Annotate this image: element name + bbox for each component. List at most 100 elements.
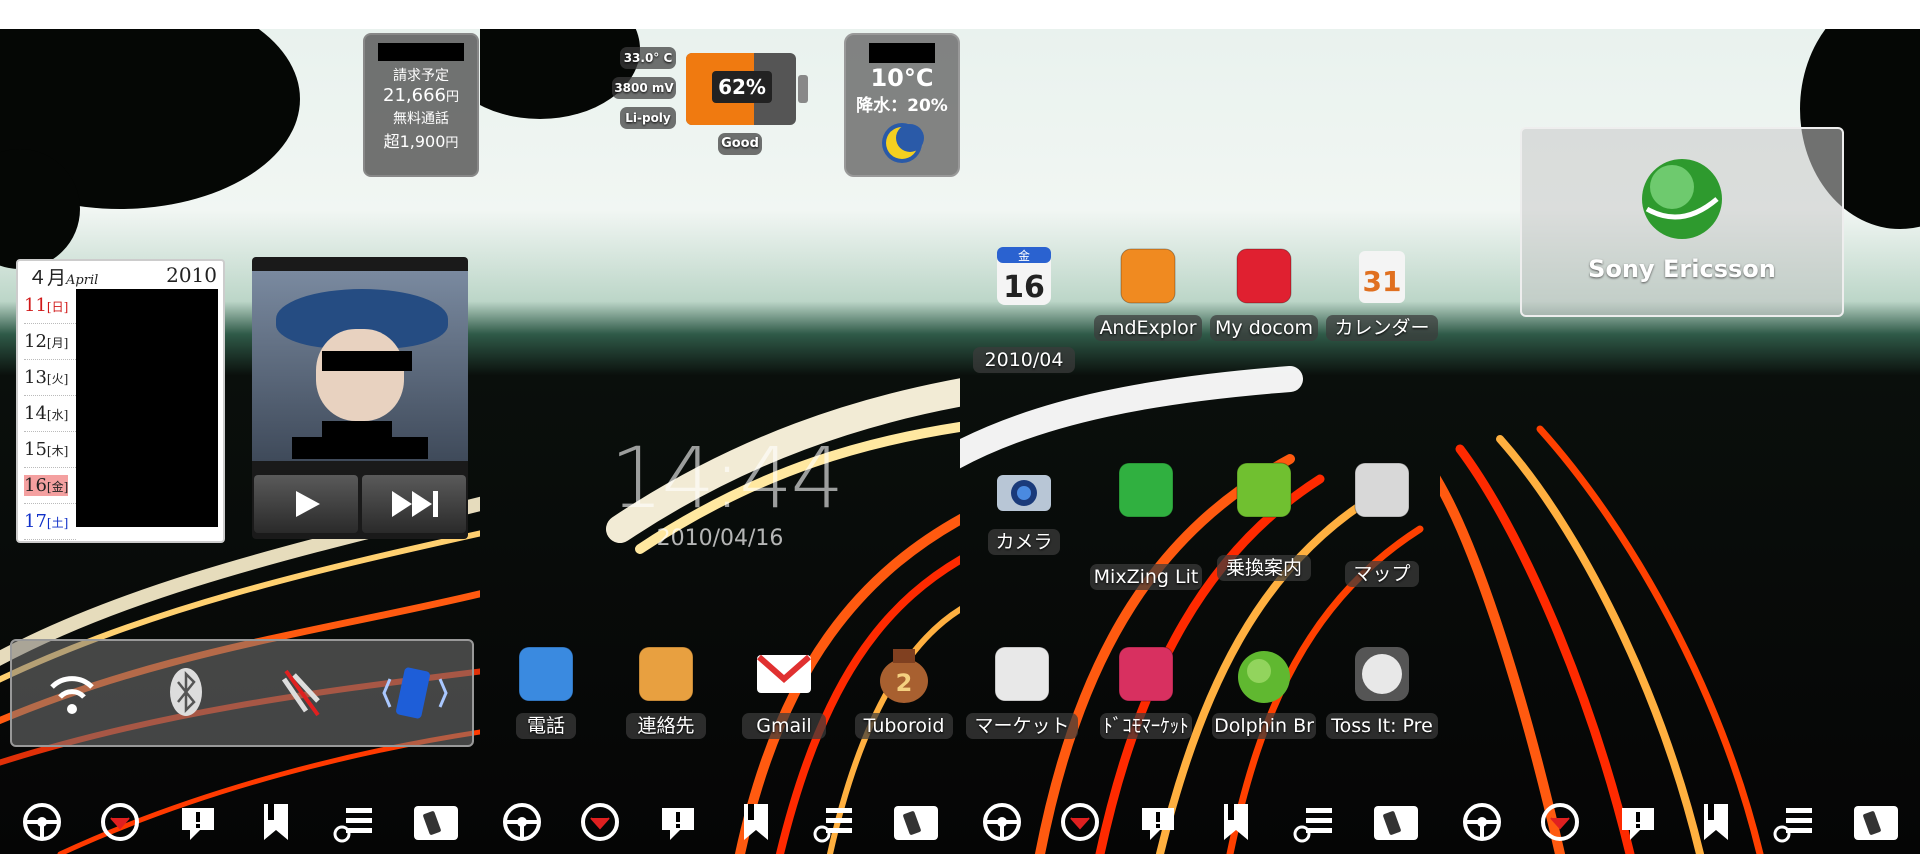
calendar-icon: 31 (1359, 251, 1405, 303)
gps-toggle[interactable] (246, 649, 354, 735)
weather-temp: 10°C (870, 64, 934, 92)
sync-toggle[interactable] (360, 649, 468, 735)
dock-list-settings-button[interactable] (812, 800, 856, 844)
screen-2: 33.0° C 3800 mV Li-poly 62% Good 10°C 降水… (480, 29, 960, 854)
dock-alert-bubble-button[interactable] (176, 800, 220, 844)
app-shortcut[interactable]: 金 16 2010/04 (966, 243, 1082, 373)
app-label: 乗換案内 (1217, 555, 1311, 581)
alert-bubble-icon (662, 808, 694, 840)
app-shortcut[interactable]: 乗換案内 (1206, 457, 1322, 581)
svg-text:16: 16 (1003, 270, 1045, 305)
calendar-weekday: [火] (46, 372, 69, 386)
battery-widget[interactable]: 33.0° C 3800 mV Li-poly 62% Good (612, 47, 816, 155)
app-shortcut[interactable]: Dolphin Br (1206, 641, 1322, 745)
phone-icon (518, 646, 574, 702)
calendar-day[interactable]: 16[金] (24, 475, 69, 496)
calendar-separator (24, 431, 76, 432)
calendar-day[interactable]: 12[月] (24, 331, 68, 352)
app-icon-frame (751, 641, 817, 707)
sony-ericsson-text: Sony Ericsson (1588, 255, 1776, 283)
app-label: マーケット (966, 713, 1078, 739)
calendar-day[interactable]: 14[水] (24, 403, 68, 424)
svg-text:31: 31 (1363, 265, 1402, 298)
app-shortcut[interactable]: AndExplor (1090, 243, 1206, 347)
dock-list-settings-button[interactable] (1292, 800, 1336, 844)
calendar-day[interactable]: 11[日] (24, 295, 68, 316)
dock-rotate-phone-button[interactable] (890, 800, 938, 844)
wifi-toggle[interactable] (18, 649, 126, 735)
bookmark-icon (1704, 804, 1728, 840)
app-shortcut[interactable]: Toss It: Pre (1324, 641, 1440, 745)
dock-bookmark-button[interactable] (1214, 800, 1258, 844)
dock-chevron-down-circle-button[interactable] (98, 800, 142, 844)
app-shortcut[interactable]: ﾄﾞｺﾓﾏｰｹｯﾄ (1088, 641, 1204, 745)
dock-rotate-phone-button[interactable] (1370, 800, 1418, 844)
redacted-block (322, 351, 412, 371)
play-button[interactable] (254, 475, 358, 533)
calendar-separator (24, 323, 76, 324)
calendar-separator (24, 467, 76, 468)
rotate-phone-icon (1374, 806, 1418, 840)
bluetooth-toggle[interactable] (132, 649, 240, 735)
dock-rotate-phone-button[interactable] (1850, 800, 1898, 844)
app-shortcut[interactable]: 2 Tuboroid (852, 641, 956, 745)
maps-icon (1354, 462, 1410, 518)
app-shortcut[interactable]: マップ (1324, 457, 1440, 587)
dock-bookmark-button[interactable] (254, 800, 298, 844)
calendar-weekday: [日] (46, 300, 69, 314)
dock-steering-button[interactable] (1460, 800, 1504, 844)
app-shortcut[interactable]: Gmail (732, 641, 836, 745)
bookmark-icon (264, 804, 288, 840)
app-label: 連絡先 (626, 713, 706, 739)
dock-list-settings-button[interactable] (332, 800, 376, 844)
rotate-phone-icon (894, 806, 938, 840)
app-shortcut[interactable]: 31 カレンダー (1324, 243, 1440, 347)
app-icon-frame (633, 641, 699, 707)
app-shortcut[interactable]: カメラ (966, 457, 1082, 561)
calendar-day[interactable]: 15[木] (24, 439, 68, 460)
sync-icon (382, 667, 448, 719)
svg-text:2: 2 (896, 669, 913, 697)
app-shortcut[interactable]: MixZing Lit (1088, 457, 1204, 590)
dock-steering-button[interactable] (500, 800, 544, 844)
redacted-block (378, 43, 464, 61)
sony-ericsson-widget[interactable]: Sony Ericsson (1520, 127, 1844, 317)
app-shortcut[interactable]: 電話 (494, 641, 598, 745)
steering-icon (23, 803, 61, 841)
music-widget[interactable] (252, 257, 468, 539)
alert-bubble-icon (1622, 808, 1654, 840)
next-button[interactable] (362, 475, 466, 533)
dock-list-settings-button[interactable] (1772, 800, 1816, 844)
calendar-date-icon: 金 16 (997, 247, 1051, 305)
billing-widget[interactable]: 請求予定 21,666円 無料通話 超1,900円 (363, 33, 479, 177)
battery-terminal (798, 75, 808, 103)
calendar-month-en: April (66, 273, 99, 288)
dock-steering-button[interactable] (980, 800, 1024, 844)
dock-alert-bubble-button[interactable] (656, 800, 700, 844)
contacts-icon (638, 646, 694, 702)
calendar-day[interactable]: 13[火] (24, 367, 68, 388)
dock-steering-button[interactable] (20, 800, 64, 844)
dock-alert-bubble-button[interactable] (1136, 800, 1180, 844)
play-icon (296, 491, 320, 517)
bookmark-icon (1224, 804, 1248, 840)
calendar-weekday: [金] (46, 480, 69, 494)
dock-chevron-down-circle-button[interactable] (1058, 800, 1102, 844)
clock-date: 2010/04/16 (656, 526, 784, 551)
app-shortcut[interactable]: My docom (1206, 243, 1322, 347)
dock-rotate-phone-button[interactable] (410, 800, 458, 844)
app-shortcut[interactable]: 連絡先 (614, 641, 718, 745)
dock-bookmark-button[interactable] (734, 800, 778, 844)
dock-chevron-down-circle-button[interactable] (1538, 800, 1582, 844)
calendar-day[interactable]: 17[土] (24, 511, 68, 532)
redacted-block (869, 43, 935, 63)
dock-alert-bubble-button[interactable] (1616, 800, 1660, 844)
calendar-widget[interactable]: ４月April 2010 11[日] 12[月] 13[火] 14[水] 15[木] 16… (16, 259, 225, 543)
dock-chevron-down-circle-button[interactable] (578, 800, 622, 844)
app-label: カメラ (988, 529, 1060, 555)
dock-bookmark-button[interactable] (1694, 800, 1738, 844)
app-shortcut[interactable]: マーケット (964, 641, 1080, 745)
battery-temp: 33.0° C (620, 47, 676, 69)
weather-widget[interactable]: 10°C 降水：20% (844, 33, 960, 177)
dolphin-browser-icon (1238, 651, 1290, 703)
